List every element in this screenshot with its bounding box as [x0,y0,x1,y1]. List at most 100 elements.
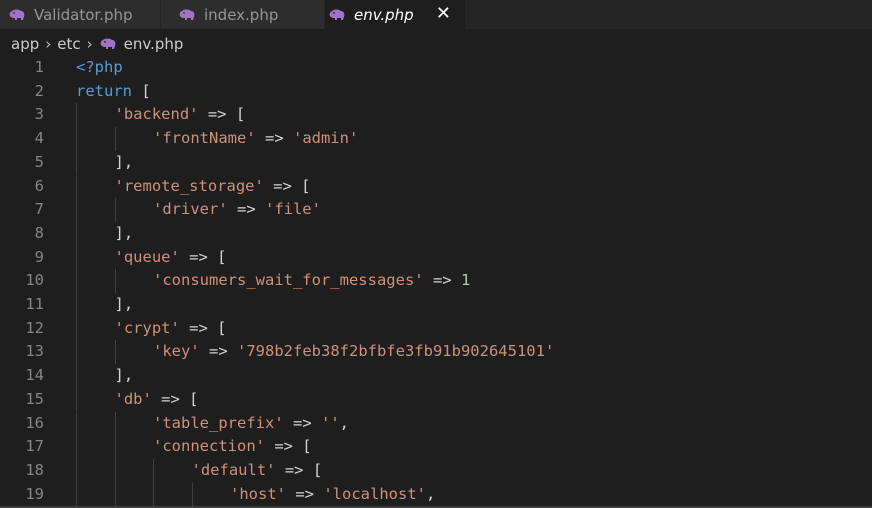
close-icon[interactable]: ✕ [436,3,451,25]
code-text: ], [115,151,134,175]
code-token: ], [114,223,134,242]
line-number: 5 [34,152,44,171]
indent-guide [76,174,77,199]
code-line[interactable]: 19 'host' => 'localhost', [0,482,872,507]
code-token: 'admin' [292,129,359,148]
line-number: 9 [34,247,44,266]
line-number: 7 [34,200,44,219]
code-token: => [ [151,389,199,408]
code-token: => [283,413,321,432]
code-text: 'driver' => 'file' [153,198,321,222]
indent-guide [114,198,116,222]
indent-guide [76,435,77,459]
code-line[interactable]: 7 'driver' => 'file' [0,198,872,222]
php-elephant-icon [99,37,117,51]
line-number: 12 [25,318,44,337]
code-line[interactable]: 16 'table_prefix' => '', [0,411,872,436]
tab-index-php[interactable]: index.php [161,0,324,29]
code-token: => [255,129,293,148]
tab-validator-php[interactable]: Validator.php [0,0,160,29]
line-number: 1 [34,58,44,76]
code-line[interactable]: 18 'default' => [ [0,458,872,483]
code-token: ], [114,366,134,385]
indent-guide [76,221,77,246]
code-text: 'db' => [ [115,388,199,412]
code-line[interactable]: 10 'consumers_wait_for_messages' => 1 [0,269,872,293]
code-token: => [ [275,460,323,479]
indent-guide [76,458,77,483]
code-line[interactable]: 1 <?php [0,56,872,80]
code-line[interactable]: 13 'key' => '798b2feb38f2bfbfe3fb91b90264… [0,340,872,365]
indent-guide [76,387,77,412]
code-token: => [199,342,237,361]
line-number: 18 [25,460,44,479]
indent-guide [76,293,77,317]
tab-label: env.php [354,5,414,24]
code-token: 'crypt' [114,318,180,337]
line-number: 14 [25,366,44,385]
code-text: 'remote_storage' => [ [115,175,311,199]
indent-guide [114,340,116,365]
code-text: 'connection' => [ [153,435,312,459]
code-text: 'backend' => [ [115,103,246,127]
code-line[interactable]: 8], [0,221,872,246]
code-text: 'host' => 'localhost', [230,483,435,507]
code-token: ], [114,295,134,313]
code-text: 'default' => [ [192,459,323,483]
chevron-right-icon: › [86,35,93,53]
php-elephant-icon [8,8,26,22]
indent-guide [76,482,77,507]
line-number: 10 [25,271,44,290]
code-text: <?php [76,56,123,80]
indent-guide [76,269,77,293]
code-line[interactable]: 3 'backend' => [ [0,103,872,128]
code-token: => [ [264,437,312,456]
tab-label: Validator.php [34,5,133,24]
code-token: 'host' [230,484,286,503]
breadcrumb-item-env-php[interactable]: env.php [124,35,184,53]
code-token: , [425,484,436,503]
code-token: 'localhost' [323,484,426,503]
code-token: 'file' [264,200,321,219]
code-token: => [ [179,318,227,337]
code-line[interactable]: 11], [0,293,872,317]
line-number: 17 [25,437,44,456]
code-text: ], [115,364,134,388]
line-number: 2 [34,81,44,100]
code-text: ], [115,293,134,317]
code-text: 'table_prefix' => '', [153,412,349,436]
indent-guide [114,435,116,459]
code-token: 'default' [191,460,276,479]
indent-guide [153,482,154,507]
code-editor[interactable]: 1 <?php 2 return [3'backend' => [4'frontNam… [0,56,872,508]
code-line[interactable]: 15 'db' => [ [0,387,872,412]
code-token: 'remote_storage' [114,176,264,195]
breadcrumb-item-etc[interactable]: etc [57,35,80,53]
code-token: 'key' [153,342,200,361]
code-line[interactable]: 5], [0,150,872,175]
indent-guide [76,316,77,341]
code-line[interactable]: 14], [0,364,872,388]
code-token: '798b2feb38f2bfbfe3fb91b902645101' [237,342,555,361]
code-token: '' [320,413,340,432]
line-number: 16 [25,413,44,432]
indent-guide [114,269,116,293]
code-text: 'frontName' => 'admin' [153,127,358,151]
code-token: => [227,200,265,219]
code-line[interactable]: 4 'frontName' => 'admin' [0,127,872,151]
code-line[interactable]: 2 return [ [0,80,872,104]
code-line[interactable]: 9 'queue' => [ [0,245,872,270]
tab-env-php[interactable]: env.php ✕ [325,0,465,29]
code-line[interactable]: 12 'crypt' => [ [0,316,872,341]
code-text: return [ [76,80,151,104]
indent-guide [76,340,77,365]
indent-guide [76,127,77,151]
code-line[interactable]: 6 'remote_storage' => [ [0,174,872,199]
indent-guide [191,482,193,507]
code-text: ], [115,222,134,246]
breadcrumb-item-app[interactable]: app [11,35,39,53]
code-line[interactable]: 17 'connection' => [ [0,435,872,459]
tab-label: index.php [204,5,279,24]
code-text: 'crypt' => [ [115,317,227,341]
code-token: 'db' [114,389,152,408]
